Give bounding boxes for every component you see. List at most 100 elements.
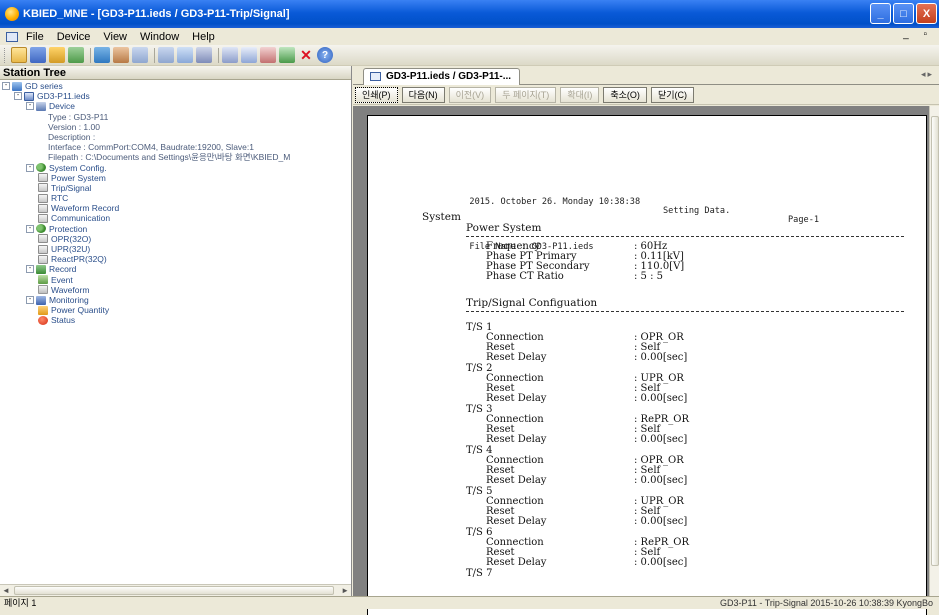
open-folder-icon[interactable]: [11, 47, 27, 63]
menu-window[interactable]: Window: [140, 31, 179, 43]
tree-item[interactable]: Waveform: [0, 285, 351, 295]
toolbar-separator: [90, 47, 91, 63]
menu-bar: File Device View Window Help _ ▫: [0, 28, 939, 45]
minimize-button[interactable]: _: [870, 3, 891, 24]
tree-item-label: Protection: [49, 223, 88, 234]
toolbar-separator: [154, 47, 155, 63]
connect-icon[interactable]: [94, 47, 110, 63]
scroll-right-icon[interactable]: ►: [341, 586, 349, 595]
open-icon[interactable]: [49, 47, 65, 63]
tree-item[interactable]: UPR(32U): [0, 244, 351, 254]
gears-icon: [36, 224, 46, 234]
tree-item-label: Filepath : C:\Documents and Settings\윤응만…: [48, 152, 291, 163]
tree-item[interactable]: Trip/Signal: [0, 183, 351, 193]
tree-item[interactable]: - GD3-P11.ieds: [0, 91, 351, 101]
setting-icon: [38, 203, 48, 213]
device-icon: [36, 101, 46, 111]
tree-expander-icon[interactable]: -: [26, 163, 34, 172]
mdi-controls[interactable]: _ ▫: [903, 29, 933, 40]
tree-item[interactable]: Description :: [0, 132, 351, 142]
tab-trip-signal[interactable]: GD3-P11.ieds / GD3-P11-...: [363, 68, 521, 85]
tree-expander-icon[interactable]: -: [2, 82, 10, 91]
menu-file[interactable]: File: [26, 31, 44, 43]
tree-item[interactable]: - Device: [0, 101, 351, 111]
tree-item-label: GD series: [25, 81, 63, 91]
tree-item-label: Type : GD3-P11: [48, 111, 109, 122]
tree-item[interactable]: Filepath : C:\Documents and Settings\윤응만…: [0, 152, 351, 162]
tree-item[interactable]: Power Quantity: [0, 305, 351, 315]
tree-item[interactable]: Interface : CommPort:COM4, Baudrate:1920…: [0, 142, 351, 152]
monitor-icon[interactable]: [222, 47, 238, 63]
tree-item-label: Device: [49, 101, 75, 112]
tree-item[interactable]: Event: [0, 275, 351, 285]
wave-icon[interactable]: [241, 47, 257, 63]
menu-device[interactable]: Device: [57, 31, 91, 43]
list-icon[interactable]: [196, 47, 212, 63]
status-icon: [38, 315, 48, 325]
close-button[interactable]: X: [916, 3, 937, 24]
setting-icon: [38, 173, 48, 183]
report-row: Phase CT Ratio: 5 : 5: [486, 272, 663, 282]
scroll-left-icon[interactable]: ◄: [2, 586, 10, 595]
preview-button[interactable]: 이전(V): [448, 86, 492, 103]
tree-item[interactable]: - Record: [0, 264, 351, 274]
title-bar[interactable]: KBIED_MNE - [GD3-P11.ieds / GD3-P11-Trip…: [0, 0, 939, 28]
window-title: KBIED_MNE - [GD3-P11.ieds / GD3-P11-Trip…: [23, 8, 290, 20]
report-value: : 0.00[sec]: [634, 557, 688, 568]
tree-item[interactable]: Communication: [0, 213, 351, 223]
tree-item[interactable]: Version : 1.00: [0, 122, 351, 132]
tree-expander-icon[interactable]: -: [14, 92, 22, 101]
tree-item[interactable]: - System Config.: [0, 163, 351, 173]
write-icon[interactable]: [158, 47, 174, 63]
menu-help[interactable]: Help: [192, 31, 215, 43]
help-icon[interactable]: ?: [317, 47, 333, 63]
preview-button[interactable]: 축소(O): [603, 86, 647, 103]
tree-expander-icon[interactable]: -: [26, 265, 34, 274]
report-key: Reset Delay: [486, 475, 547, 486]
stop-icon[interactable]: ✕: [298, 47, 314, 63]
chart-icon[interactable]: [260, 47, 276, 63]
menu-view[interactable]: View: [103, 31, 127, 43]
scroll-thumb[interactable]: [14, 586, 334, 595]
vertical-scrollbar[interactable]: [929, 106, 939, 596]
print-preview-area[interactable]: 2015. October 26. Monday 10:38:38 Settin…: [353, 106, 939, 615]
tree-item[interactable]: Power System: [0, 173, 351, 183]
tree-item[interactable]: - GD series: [0, 81, 351, 91]
station-tree[interactable]: - GD series - GD3-P11.ieds - Device Type : GD3…: [0, 80, 351, 326]
tree-item[interactable]: Status: [0, 315, 351, 325]
toolbar-grip[interactable]: [4, 47, 7, 63]
tree-item[interactable]: - Protection: [0, 224, 351, 234]
network-icon[interactable]: [279, 47, 295, 63]
toolbar: ✕ ?: [0, 45, 939, 66]
maximize-button[interactable]: □: [893, 3, 914, 24]
tree-item[interactable]: RTC: [0, 193, 351, 203]
tree-item[interactable]: - Monitoring: [0, 295, 351, 305]
tree-expander-icon[interactable]: -: [26, 102, 34, 111]
tab-scroll-arrows[interactable]: ◂▸: [921, 69, 934, 80]
save-icon[interactable]: [30, 47, 46, 63]
tree-expander-icon[interactable]: -: [26, 224, 34, 233]
report-trip-title: Trip/Signal Configuation: [466, 297, 598, 309]
app-icon[interactable]: [5, 7, 19, 21]
report-setting-label: Setting Data.: [663, 206, 731, 216]
print-icon[interactable]: [68, 47, 84, 63]
preview-button[interactable]: 두 페이지(T): [495, 86, 557, 103]
tree-item[interactable]: OPR(32O): [0, 234, 351, 244]
tree-expander-icon[interactable]: -: [26, 296, 34, 305]
tree-item[interactable]: ReactPR(32Q): [0, 254, 351, 264]
document-icon[interactable]: [6, 31, 18, 42]
tab-strip: GD3-P11.ieds / GD3-P11-... ◂▸: [353, 66, 939, 85]
preview-button[interactable]: 인쇄(P): [355, 86, 398, 103]
scroll-thumb[interactable]: [931, 116, 939, 566]
tree-item[interactable]: Waveform Record: [0, 203, 351, 213]
tree-item[interactable]: Type : GD3-P11: [0, 112, 351, 122]
report-row: Reset Delay: 0.00[sec]: [486, 435, 687, 445]
horizontal-scrollbar[interactable]: ◄ ►: [0, 584, 351, 596]
preview-button[interactable]: 다음(N): [401, 86, 445, 103]
preview-button[interactable]: 닫기(C): [650, 86, 694, 103]
refresh-icon[interactable]: [177, 47, 193, 63]
read-icon[interactable]: [132, 47, 148, 63]
preview-button[interactable]: 확대(I): [560, 86, 600, 103]
disconnect-icon[interactable]: [113, 47, 129, 63]
tree-item-label: GD3-P11.ieds: [37, 91, 90, 102]
